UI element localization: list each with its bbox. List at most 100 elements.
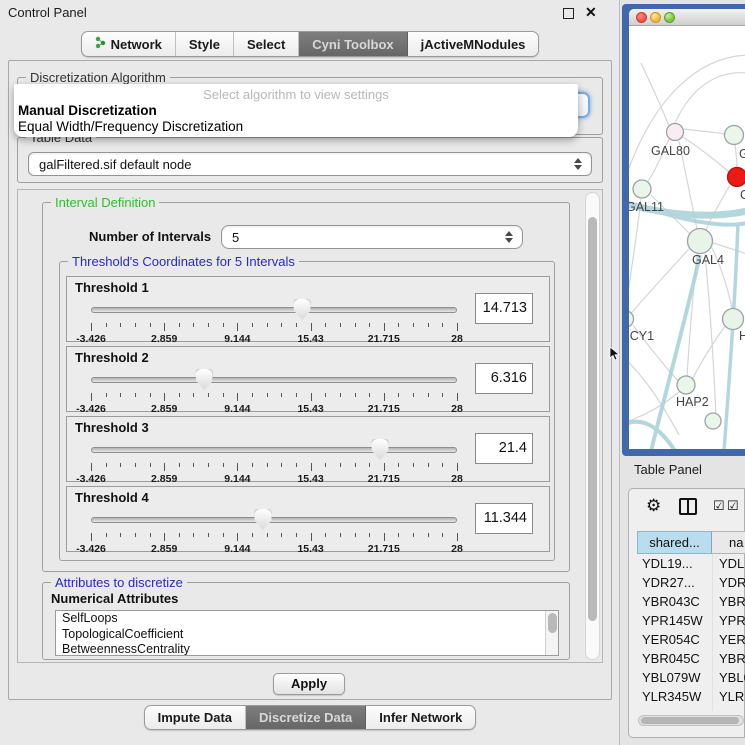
cell-name: YPR1	[712, 611, 745, 630]
cell-name: YDL1	[712, 554, 745, 573]
table-row[interactable]: YDR27...YDR2	[637, 573, 745, 592]
threshold-slider[interactable]: -3.4262.8599.14415.4321.71528	[91, 509, 457, 551]
table-row[interactable]: YER054CYER0	[637, 630, 745, 649]
threshold-slider[interactable]: -3.4262.8599.14415.4321.71528	[91, 369, 457, 411]
table-panel-window: ⚙ ☑ ☑ shared... na YDL19...YDL1YDR27...Y…	[628, 488, 745, 738]
algorithm-dropdown-popup: Select algorithm to view settings Manual…	[14, 84, 578, 137]
slider-tick-labels: -3.4262.8599.14415.4321.71528	[91, 403, 457, 416]
slider-tick-labels: -3.4262.8599.14415.4321.71528	[91, 543, 457, 556]
network-window-titlebar	[629, 9, 745, 26]
threshold-slider[interactable]: -3.4262.8599.14415.4321.71528	[91, 439, 457, 481]
network-node-label: C	[740, 188, 745, 202]
num-intervals-label: Number of Intervals	[89, 229, 211, 244]
table-data-group: Table Data galFiltered.sif default node	[17, 137, 603, 183]
network-node[interactable]	[728, 168, 745, 187]
cell-name: YBR0	[712, 592, 745, 611]
tab-label: Select	[247, 37, 285, 52]
column-header-shared[interactable]: shared...	[637, 531, 712, 554]
slider-track[interactable]	[91, 517, 457, 523]
threshold-label: Threshold 1	[75, 280, 149, 295]
table-data-select[interactable]: galFiltered.sif default node	[28, 152, 592, 176]
slider-thumb[interactable]	[255, 509, 272, 530]
threshold-value-field[interactable]: 11.344	[475, 503, 533, 534]
tab-select[interactable]: Select	[234, 32, 299, 56]
attributes-list-scrollbar[interactable]	[545, 611, 558, 655]
chevron-updown-icon	[573, 158, 583, 170]
tab-network[interactable]: Network	[82, 32, 176, 56]
threshold-label: Threshold 3	[75, 420, 149, 435]
network-node[interactable]	[688, 229, 713, 254]
attribute-list-item[interactable]: BetweennessCentrality	[56, 642, 558, 656]
tab-style[interactable]: Style	[176, 32, 234, 56]
network-node[interactable]	[677, 376, 695, 394]
dropdown-option-equal-width[interactable]: Equal Width/Frequency Discretization	[18, 119, 243, 134]
network-tab-icon	[95, 36, 106, 52]
table-row[interactable]: YBR043CYBR0	[637, 592, 745, 611]
control-panel-window: Control Panel ✕ Network Style Select Cyni T…	[0, 0, 620, 745]
cell-shared-name: YLR345W	[637, 687, 712, 706]
apply-button[interactable]: Apply	[273, 673, 345, 695]
network-node-label: HAP2	[676, 395, 709, 409]
network-node[interactable]	[723, 309, 744, 330]
table-toolbar: ⚙ ☑ ☑	[629, 495, 744, 521]
window-title: Control Panel	[8, 5, 87, 20]
slider-track[interactable]	[91, 447, 457, 453]
network-node[interactable]	[667, 124, 684, 141]
table-row[interactable]: YPR145WYPR1	[637, 611, 745, 630]
slider-tick-labels: -3.4262.8599.14415.4321.71528	[91, 473, 457, 486]
num-intervals-spinner[interactable]: 5	[221, 225, 523, 249]
threshold-slider[interactable]: -3.4262.8599.14415.4321.71528	[91, 299, 457, 341]
cell-shared-name: YBR043C	[637, 592, 712, 611]
tab-label: Network	[111, 37, 162, 52]
bottom-tab-impute-data[interactable]: Impute Data	[145, 706, 246, 729]
network-node[interactable]	[633, 180, 651, 198]
slider-track[interactable]	[91, 307, 457, 313]
float-window-icon[interactable]	[563, 8, 574, 19]
slider-track[interactable]	[91, 377, 457, 383]
table-horizontal-scrollbar[interactable]	[638, 715, 744, 726]
table-row[interactable]: YBR045CYBR0	[637, 649, 745, 668]
network-canvas[interactable]: GAL80GACGAL11GAL4GCY1HHAP2	[629, 27, 745, 449]
bottom-tab-discretize-data[interactable]: Discretize Data	[246, 706, 366, 729]
tab-cyni-toolbox[interactable]: Cyni Toolbox	[299, 32, 407, 56]
network-node[interactable]	[725, 126, 744, 145]
attributes-group: Attributes to discretize Numerical Attri…	[42, 582, 570, 660]
settings-vertical-scrollbar[interactable]	[585, 192, 600, 660]
slider-thumb[interactable]	[372, 439, 389, 460]
table-row[interactable]: YDL19...YDL1	[637, 554, 745, 573]
checkbox-checked-icon[interactable]: ☑	[713, 498, 725, 514]
minimize-traffic-light-icon[interactable]	[650, 12, 661, 23]
group-label: Discretization Algorithm	[26, 70, 170, 85]
network-node[interactable]	[705, 413, 721, 429]
cell-shared-name: YIL052C	[637, 706, 712, 711]
threshold-value-field[interactable]: 14.713	[475, 293, 533, 324]
close-icon[interactable]: ✕	[585, 4, 597, 21]
slider-thumb[interactable]	[294, 299, 311, 320]
zoom-traffic-light-icon[interactable]	[664, 12, 675, 23]
close-traffic-light-icon[interactable]	[636, 12, 647, 23]
gear-icon[interactable]: ⚙	[646, 496, 661, 516]
table-row[interactable]: YLR345WYLR3	[637, 687, 745, 706]
column-header-name[interactable]: na	[712, 531, 745, 554]
threshold-label: Threshold 4	[75, 490, 149, 505]
tab-jactivemnodules[interactable]: jActiveMNodules	[408, 32, 539, 56]
dropdown-option-manual[interactable]: Manual Discretization	[18, 103, 157, 118]
attribute-list-item[interactable]: SelfLoops	[56, 611, 558, 627]
slider-ticks	[91, 533, 457, 541]
threshold-value-field[interactable]: 6.316	[475, 363, 533, 394]
network-node-label: GCY1	[629, 329, 654, 343]
cell-shared-name: YDL19...	[637, 554, 712, 573]
bottom-tab-infer-network[interactable]: Infer Network	[366, 706, 475, 729]
checkbox-checked-icon-2[interactable]: ☑	[727, 498, 739, 514]
cell-shared-name: YDR27...	[637, 573, 712, 592]
columns-icon[interactable]	[679, 498, 697, 515]
table-row[interactable]: YIL052CYIL0	[637, 706, 745, 711]
tab-label: jActiveMNodules	[421, 37, 526, 52]
threshold-value-field[interactable]: 21.4	[475, 433, 533, 464]
table-row[interactable]: YBL079WYBL0	[637, 668, 745, 687]
network-node[interactable]	[629, 311, 634, 328]
group-label: Threshold's Coordinates for 5 Intervals	[68, 254, 299, 269]
attributes-list[interactable]: SelfLoopsTopologicalCoefficientBetweenne…	[55, 610, 559, 656]
attribute-list-item[interactable]: TopologicalCoefficient	[56, 627, 558, 643]
slider-thumb[interactable]	[196, 369, 213, 390]
